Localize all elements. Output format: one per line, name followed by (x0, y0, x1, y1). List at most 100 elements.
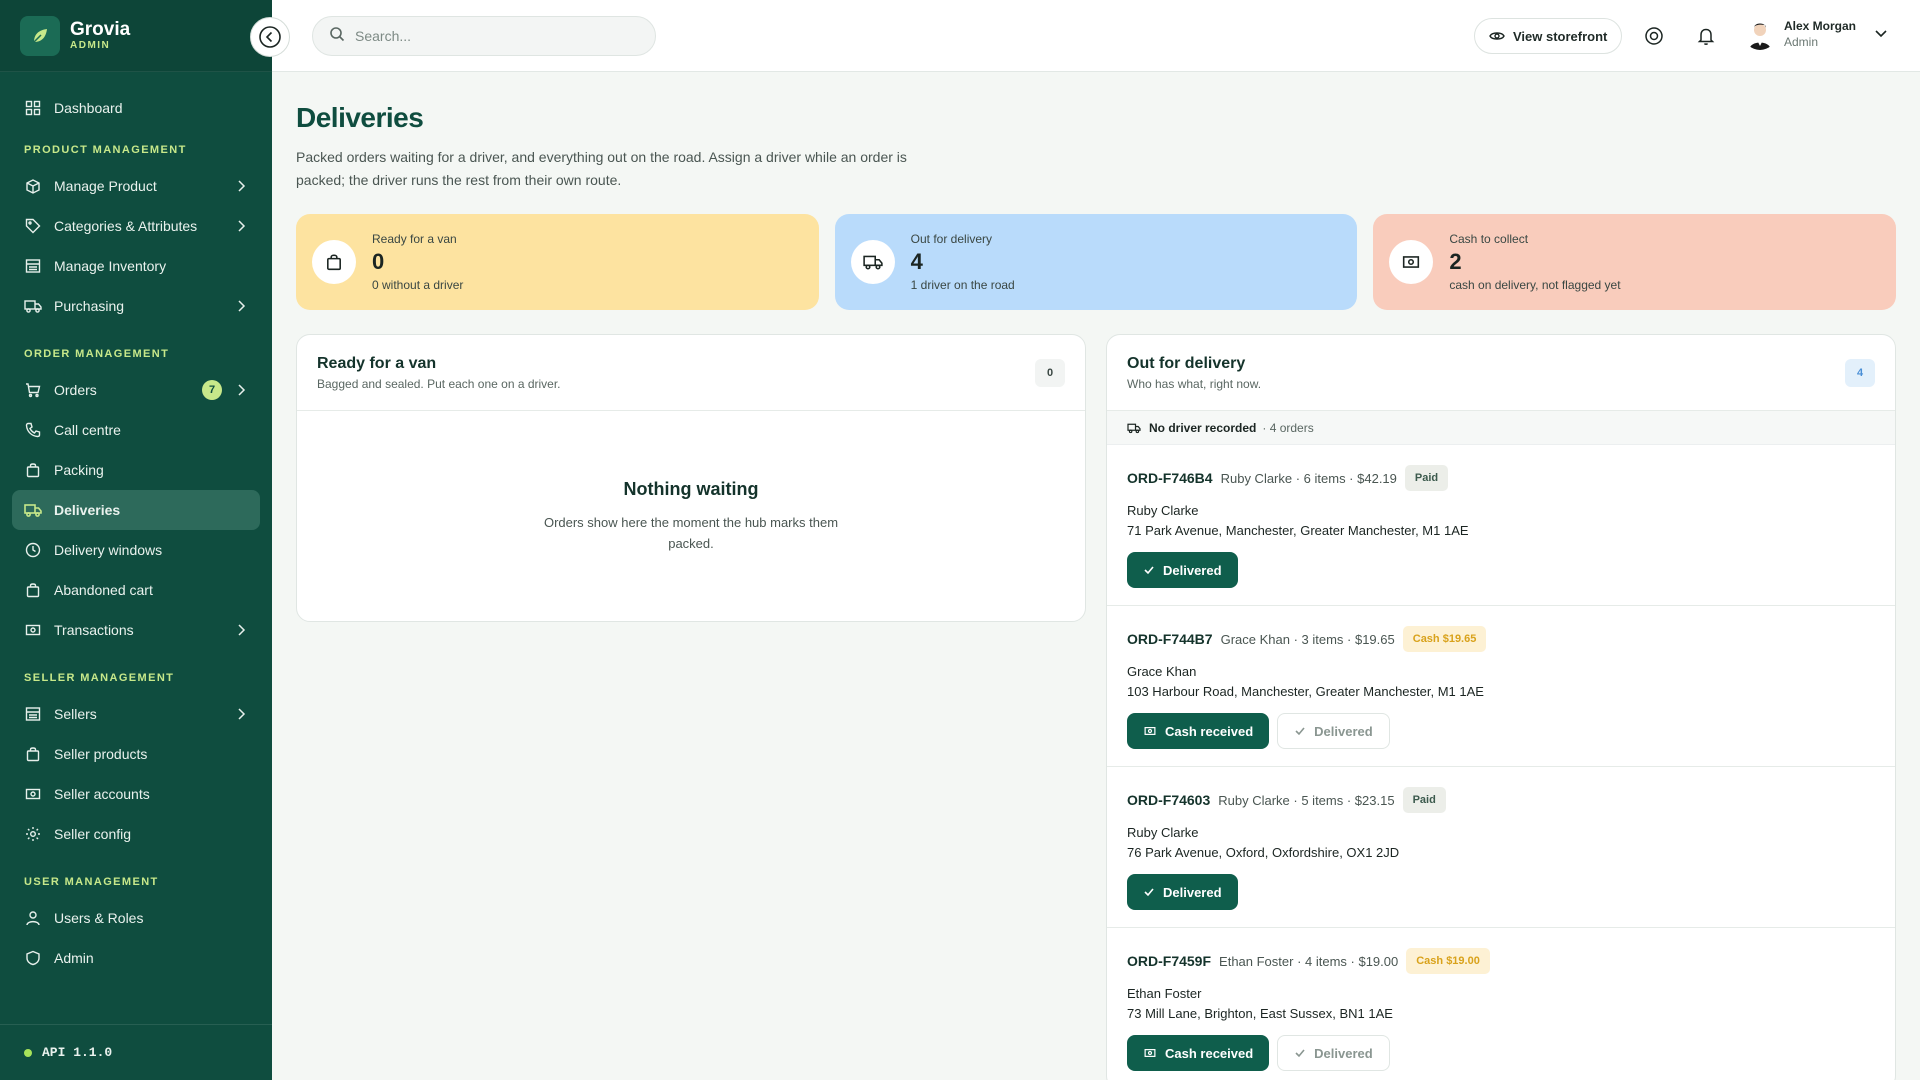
ready-for-van-panel: Ready for a van Bagged and sealed. Put e… (296, 334, 1086, 622)
notifications-button[interactable] (1694, 24, 1718, 48)
sidebar-item-orders[interactable]: Orders 7 (12, 370, 260, 410)
button-label: Cash received (1165, 723, 1254, 739)
button-label: Delivered (1314, 723, 1373, 739)
shield-icon (24, 949, 42, 967)
sidebar-item-delivery-windows[interactable]: Delivery windows (12, 530, 260, 570)
stat-card-out: Out for delivery 4 1 driver on the road (834, 214, 1358, 310)
brand-sub: ADMIN (70, 39, 111, 51)
sidebar-item-sellers[interactable]: Sellers (12, 694, 260, 734)
api-version: API 1.1.0 (42, 1045, 113, 1060)
cash-received-button[interactable]: Cash received (1127, 1035, 1270, 1071)
tag-icon (24, 217, 42, 235)
mark-delivered-button[interactable]: Delivered (1127, 552, 1238, 588)
banknote-icon (1144, 727, 1156, 735)
panel-header: Out for delivery Who has what, right now… (1107, 335, 1895, 411)
gear-icon (1645, 27, 1663, 45)
stat-value: 0 (372, 249, 385, 274)
order-id[interactable]: ORD-F7459F (1127, 953, 1211, 969)
order-id[interactable]: ORD-F744B7 (1127, 631, 1213, 647)
sidebar-item-categories[interactable]: Categories & Attributes (12, 206, 260, 246)
mark-delivered-button[interactable]: Delivered (1277, 1035, 1390, 1071)
main-content: Deliveries Packed orders waiting for a d… (296, 72, 1897, 1080)
sidebar-item-label: Admin (54, 950, 94, 966)
chevron-right-icon (236, 219, 246, 236)
box-icon (24, 177, 42, 195)
payment-badge: Paid (1402, 787, 1446, 813)
sidebar-item-users-roles[interactable]: Users & Roles (12, 898, 260, 938)
payment-badge: Paid (1404, 465, 1449, 491)
order-id[interactable]: ORD-F74603 (1127, 792, 1210, 808)
stat-sub: 0 without a driver (372, 278, 464, 292)
customer-address: 71 Park Avenue, Manchester, Greater Manc… (1127, 523, 1469, 538)
sidebar-item-seller-config[interactable]: Seller config (12, 814, 260, 854)
stat-card-ready: Ready for a van 0 0 without a driver (296, 214, 819, 310)
view-storefront-button[interactable]: View storefront (1474, 18, 1623, 54)
status-dot-icon (24, 1048, 32, 1057)
driver-group-header: No driver recorded · 4 orders (1107, 411, 1895, 445)
sidebar-item-manage-product[interactable]: Manage Product (12, 166, 260, 206)
cash-received-button[interactable]: Cash received (1127, 713, 1270, 749)
section-product-management: PRODUCT MANAGEMENT (24, 144, 187, 156)
sidebar-item-dashboard[interactable]: Dashboard (12, 88, 260, 128)
out-for-delivery-panel: Out for delivery Who has what, right now… (1106, 334, 1896, 1080)
sidebar-item-label: Call centre (54, 422, 121, 438)
order-row: ORD-F7459F Ethan Foster · 4 items · $19.… (1107, 928, 1895, 1080)
store-icon (24, 705, 42, 723)
bag-icon (24, 581, 42, 599)
panel-title: Out for delivery (1127, 355, 1246, 372)
panels: Ready for a van Bagged and sealed. Put e… (296, 334, 1896, 1080)
search-input[interactable] (355, 28, 635, 44)
page-description: Packed orders waiting for a driver, and … (296, 149, 907, 188)
banknote-icon (1389, 240, 1434, 284)
order-row: ORD-F74603 Ruby Clarke · 5 items · $23.1… (1107, 767, 1895, 928)
customer-address: 73 Mill Lane, Brighton, East Sussex, BN1… (1127, 1006, 1393, 1021)
sidebar-item-abandoned-cart[interactable]: Abandoned cart (12, 570, 260, 610)
sidebar-item-packing[interactable]: Packing (12, 450, 260, 490)
user-role: Admin (1784, 35, 1819, 49)
section-user-management: USER MANAGEMENT (24, 876, 159, 888)
mark-delivered-button[interactable]: Delivered (1127, 874, 1238, 910)
stat-label: Cash to collect (1449, 232, 1529, 246)
sidebar-item-label: Seller accounts (54, 786, 150, 802)
sidebar-item-admin[interactable]: Admin (12, 938, 260, 978)
settings-button[interactable] (1642, 24, 1666, 48)
sidebar-item-seller-accounts[interactable]: Seller accounts (12, 774, 260, 814)
chevron-right-icon (236, 383, 246, 400)
truck-icon (1127, 422, 1141, 434)
sidebar-item-transactions[interactable]: Transactions (12, 610, 260, 650)
order-meta: Ruby Clarke · 5 items · $23.15 (1218, 792, 1395, 808)
stat-value: 4 (910, 249, 923, 274)
warehouse-icon (24, 257, 42, 275)
user-menu[interactable]: Alex Morgan Admin (1744, 18, 1888, 50)
sidebar-item-seller-products[interactable]: Seller products (12, 734, 260, 774)
sidebar-item-label: Seller products (54, 746, 148, 762)
driver-order-count: · 4 orders (1262, 420, 1314, 435)
sidebar-item-label: Sellers (54, 706, 97, 722)
eye-icon (1489, 28, 1505, 44)
empty-title: Nothing waiting (623, 478, 759, 499)
truck-icon (850, 240, 895, 284)
check-icon (1295, 1049, 1305, 1058)
order-id[interactable]: ORD-F746B4 (1127, 470, 1213, 486)
sidebar-item-label: Manage Inventory (54, 258, 167, 274)
phone-icon (24, 421, 42, 439)
chevron-right-icon (236, 299, 246, 316)
button-label: Delivered (1163, 884, 1222, 900)
section-seller-management: SELLER MANAGEMENT (24, 672, 175, 684)
stat-label: Out for delivery (910, 232, 993, 246)
sidebar-item-call-centre[interactable]: Call centre (12, 410, 260, 450)
brand[interactable]: Grovia ADMIN (0, 0, 272, 72)
sidebar-item-deliveries[interactable]: Deliveries (12, 490, 260, 530)
truck-icon (24, 501, 42, 519)
stat-label: Ready for a van (372, 232, 457, 246)
mark-delivered-button[interactable]: Delivered (1277, 713, 1390, 749)
sidebar-item-manage-inventory[interactable]: Manage Inventory (12, 246, 260, 286)
truck-icon (24, 297, 42, 315)
sidebar-item-purchasing[interactable]: Purchasing (12, 286, 260, 326)
count-badge: 0 (1035, 359, 1065, 387)
check-icon (1144, 888, 1154, 897)
collapse-sidebar-button[interactable] (250, 17, 290, 57)
search-box[interactable] (312, 16, 656, 56)
orders-count-badge: 7 (202, 380, 222, 400)
sidebar-item-label: Transactions (54, 622, 134, 638)
